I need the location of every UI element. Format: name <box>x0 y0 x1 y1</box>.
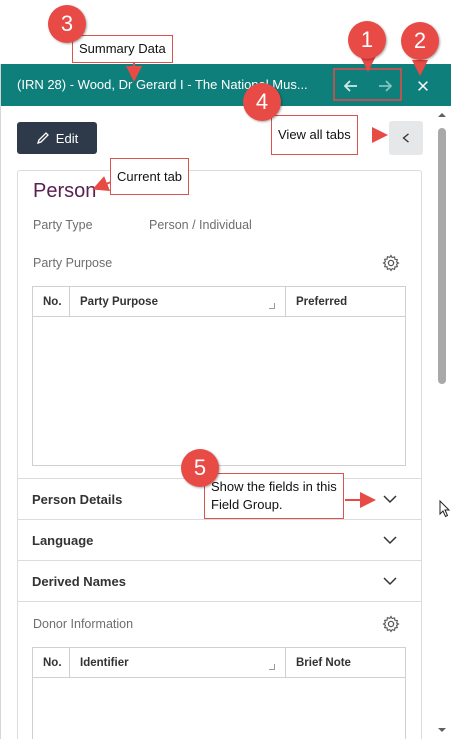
party-purpose-table[interactable]: No. Party Purpose Preferred <box>32 286 406 466</box>
arrow-right-icon <box>379 80 393 92</box>
scroll-thumb[interactable] <box>438 128 446 384</box>
column-header-identifier[interactable]: Identifier <box>69 648 285 678</box>
section-language[interactable]: Language <box>18 519 421 560</box>
column-resize-icon[interactable] <box>269 664 275 670</box>
view-all-tabs-button[interactable] <box>389 121 423 155</box>
annotation-badge-3: 3 <box>48 5 86 43</box>
section-divider <box>18 601 421 602</box>
current-tab-callout: Current tab <box>110 158 190 195</box>
column-header-party-purpose[interactable]: Party Purpose <box>69 287 285 317</box>
previous-record-button[interactable] <box>337 72 365 100</box>
edit-button[interactable]: Edit <box>17 122 97 154</box>
annotation-badge-2: 2 <box>401 22 439 60</box>
vertical-scrollbar[interactable] <box>435 110 449 735</box>
gear-icon[interactable] <box>382 615 400 633</box>
section-label: Derived Names <box>32 574 126 589</box>
column-resize-icon[interactable] <box>269 303 275 309</box>
summary-data-bar: (IRN 28) - Wood, Dr Gerard I - The Natio… <box>1 64 451 106</box>
chevron-down-icon[interactable] <box>382 534 398 546</box>
mouse-cursor-icon <box>439 500 451 518</box>
section-derived-names[interactable]: Derived Names <box>18 560 421 601</box>
person-tab-card: Person Party Type Person / Individual Pa… <box>17 170 422 739</box>
record-panel: (IRN 28) - Wood, Dr Gerard I - The Natio… <box>0 64 451 739</box>
party-type-label: Party Type <box>33 218 93 232</box>
annotation-badge-4: 4 <box>243 83 281 121</box>
field-group-callout: Show the fields in this Field Group. <box>204 473 344 519</box>
gear-icon[interactable] <box>382 254 400 272</box>
current-tab-title: Person <box>33 180 97 202</box>
party-type-value: Person / Individual <box>149 218 252 232</box>
annotation-badge-5: 5 <box>181 449 219 487</box>
column-header-brief-note[interactable]: Brief Note <box>285 648 405 678</box>
party-purpose-table-header: No. Party Purpose Preferred <box>33 287 405 317</box>
summary-data-callout: Summary Data <box>72 35 173 63</box>
column-header-no[interactable]: No. <box>33 648 69 678</box>
donor-table-header: No. Identifier Brief Note <box>33 648 405 678</box>
chevron-down-icon[interactable] <box>382 575 398 587</box>
party-purpose-label: Party Purpose <box>33 256 113 270</box>
edit-button-label: Edit <box>55 130 79 146</box>
scroll-up-icon[interactable] <box>437 110 447 120</box>
close-icon <box>418 81 428 91</box>
annotation-badge-1: 1 <box>348 21 386 59</box>
pencil-icon <box>36 132 49 145</box>
scroll-down-icon[interactable] <box>437 725 447 735</box>
chevron-left-icon <box>402 133 409 143</box>
chevron-down-icon[interactable] <box>382 493 398 505</box>
next-record-button[interactable] <box>371 72 399 100</box>
donor-information-label: Donor Information <box>33 617 134 631</box>
arrow-left-icon <box>343 80 357 92</box>
section-label: Person Details <box>32 492 123 507</box>
close-button[interactable] <box>409 72 437 100</box>
view-all-tabs-callout: View all tabs <box>271 115 358 155</box>
section-label: Language <box>32 533 94 548</box>
donor-information-table[interactable]: No. Identifier Brief Note <box>32 647 406 739</box>
column-header-no[interactable]: No. <box>33 287 69 317</box>
column-header-preferred[interactable]: Preferred <box>285 287 405 317</box>
